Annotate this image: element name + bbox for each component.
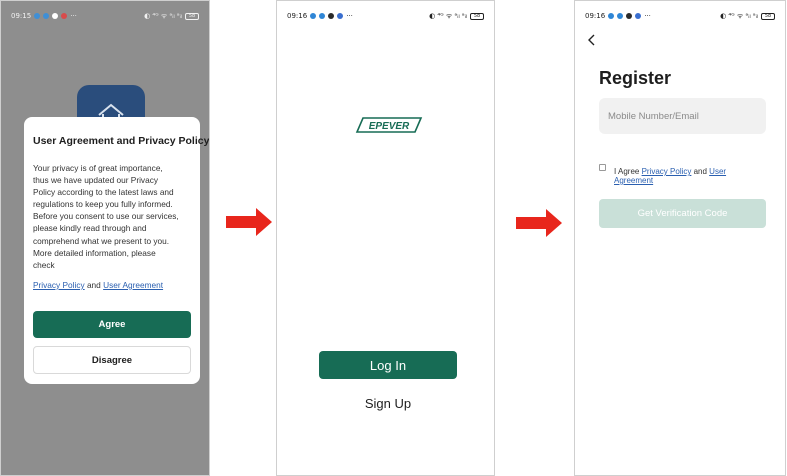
flow-arrow-icon — [226, 208, 272, 236]
policy-links: Privacy Policy and User Agreement — [33, 280, 191, 290]
back-button[interactable] — [587, 34, 595, 49]
privacy-policy-link[interactable]: Privacy Policy — [33, 280, 85, 290]
and-text: and — [84, 279, 104, 290]
battery-icon: 58 — [761, 12, 775, 20]
notification-icon — [617, 13, 624, 19]
dialog-body: Your privacy is of great importance, thu… — [33, 163, 179, 270]
status-bar: 09:16 ··· ◐ ⁴ᴳ ᯤ ᵃᵢₗ ᵃᵢₗ 58 — [277, 1, 494, 31]
agree-prefix: I Agree — [614, 167, 642, 176]
notification-icon — [319, 13, 326, 19]
more-icon: ··· — [70, 12, 77, 20]
epever-logo: EPEVER — [355, 117, 423, 133]
user-agreement-link[interactable]: User Agreement — [103, 280, 163, 290]
privacy-dialog: User Agreement and Privacy Policy Your p… — [24, 117, 210, 384]
chevron-left-icon — [588, 34, 595, 46]
page-title: Register — [599, 68, 672, 88]
notification-icon — [608, 13, 615, 19]
and-text: and — [691, 167, 710, 176]
phone-screen-register: 09:16 ··· ◐ ⁴ᴳ ᯤ ᵃᵢₗ ᵃᵢₗ 58 Register I A… — [574, 0, 786, 476]
status-time: 09:15 — [11, 12, 32, 20]
signal-icons: ◐ ⁴ᴳ ᯤ ᵃᵢₗ ᵃᵢₗ — [144, 11, 182, 20]
login-button[interactable]: Log In — [319, 351, 457, 379]
dialog-title: User Agreement and Privacy Policy — [33, 135, 210, 147]
status-time: 09:16 — [287, 12, 308, 20]
notification-icon — [337, 13, 344, 19]
more-icon: ··· — [644, 12, 651, 20]
battery-icon: 58 — [470, 12, 484, 20]
agreement-text: I Agree Privacy Policy and User Agreemen… — [614, 167, 764, 185]
mobile-email-input[interactable] — [599, 98, 766, 134]
logo-text: EPEVER — [369, 121, 410, 132]
status-bar: 09:15 ··· ◐ ⁴ᴳ ᯤ ᵃᵢₗ ᵃᵢₗ 58 — [1, 1, 209, 31]
phone-screen-login: 09:16 ··· ◐ ⁴ᴳ ᯤ ᵃᵢₗ ᵃᵢₗ 58 EPEVER Log I… — [276, 0, 495, 476]
signal-icons: ◐ ⁴ᴳ ᯤ ᵃᵢₗ ᵃᵢₗ — [720, 11, 758, 20]
chat-icon — [52, 13, 59, 19]
signup-link[interactable]: Sign Up — [319, 396, 457, 411]
chat-icon — [328, 13, 335, 19]
notification-icon — [43, 13, 50, 19]
signal-icons: ◐ ⁴ᴳ ᯤ ᵃᵢₗ ᵃᵢₗ — [429, 11, 467, 20]
get-verification-code-button[interactable]: Get Verification Code — [599, 199, 766, 228]
privacy-policy-link[interactable]: Privacy Policy — [642, 167, 692, 176]
disagree-button[interactable]: Disagree — [33, 346, 191, 374]
more-icon: ··· — [346, 12, 353, 20]
status-bar: 09:16 ··· ◐ ⁴ᴳ ᯤ ᵃᵢₗ ᵃᵢₗ 58 — [575, 1, 785, 31]
status-time: 09:16 — [585, 12, 606, 20]
notification-icon — [61, 13, 68, 19]
flow-arrow-icon — [516, 209, 562, 237]
agreement-row: I Agree Privacy Policy and User Agreemen… — [599, 164, 764, 185]
agree-checkbox[interactable] — [599, 164, 606, 171]
chat-icon — [626, 13, 633, 19]
agree-button[interactable]: Agree — [33, 311, 191, 338]
notification-icon — [635, 13, 642, 19]
notification-icon — [310, 13, 317, 19]
phone-screen-privacy: 09:15 ··· ◐ ⁴ᴳ ᯤ ᵃᵢₗ ᵃᵢₗ 58 User Agreeme… — [0, 0, 210, 476]
notification-icon — [34, 13, 41, 19]
battery-icon: 58 — [185, 12, 199, 20]
